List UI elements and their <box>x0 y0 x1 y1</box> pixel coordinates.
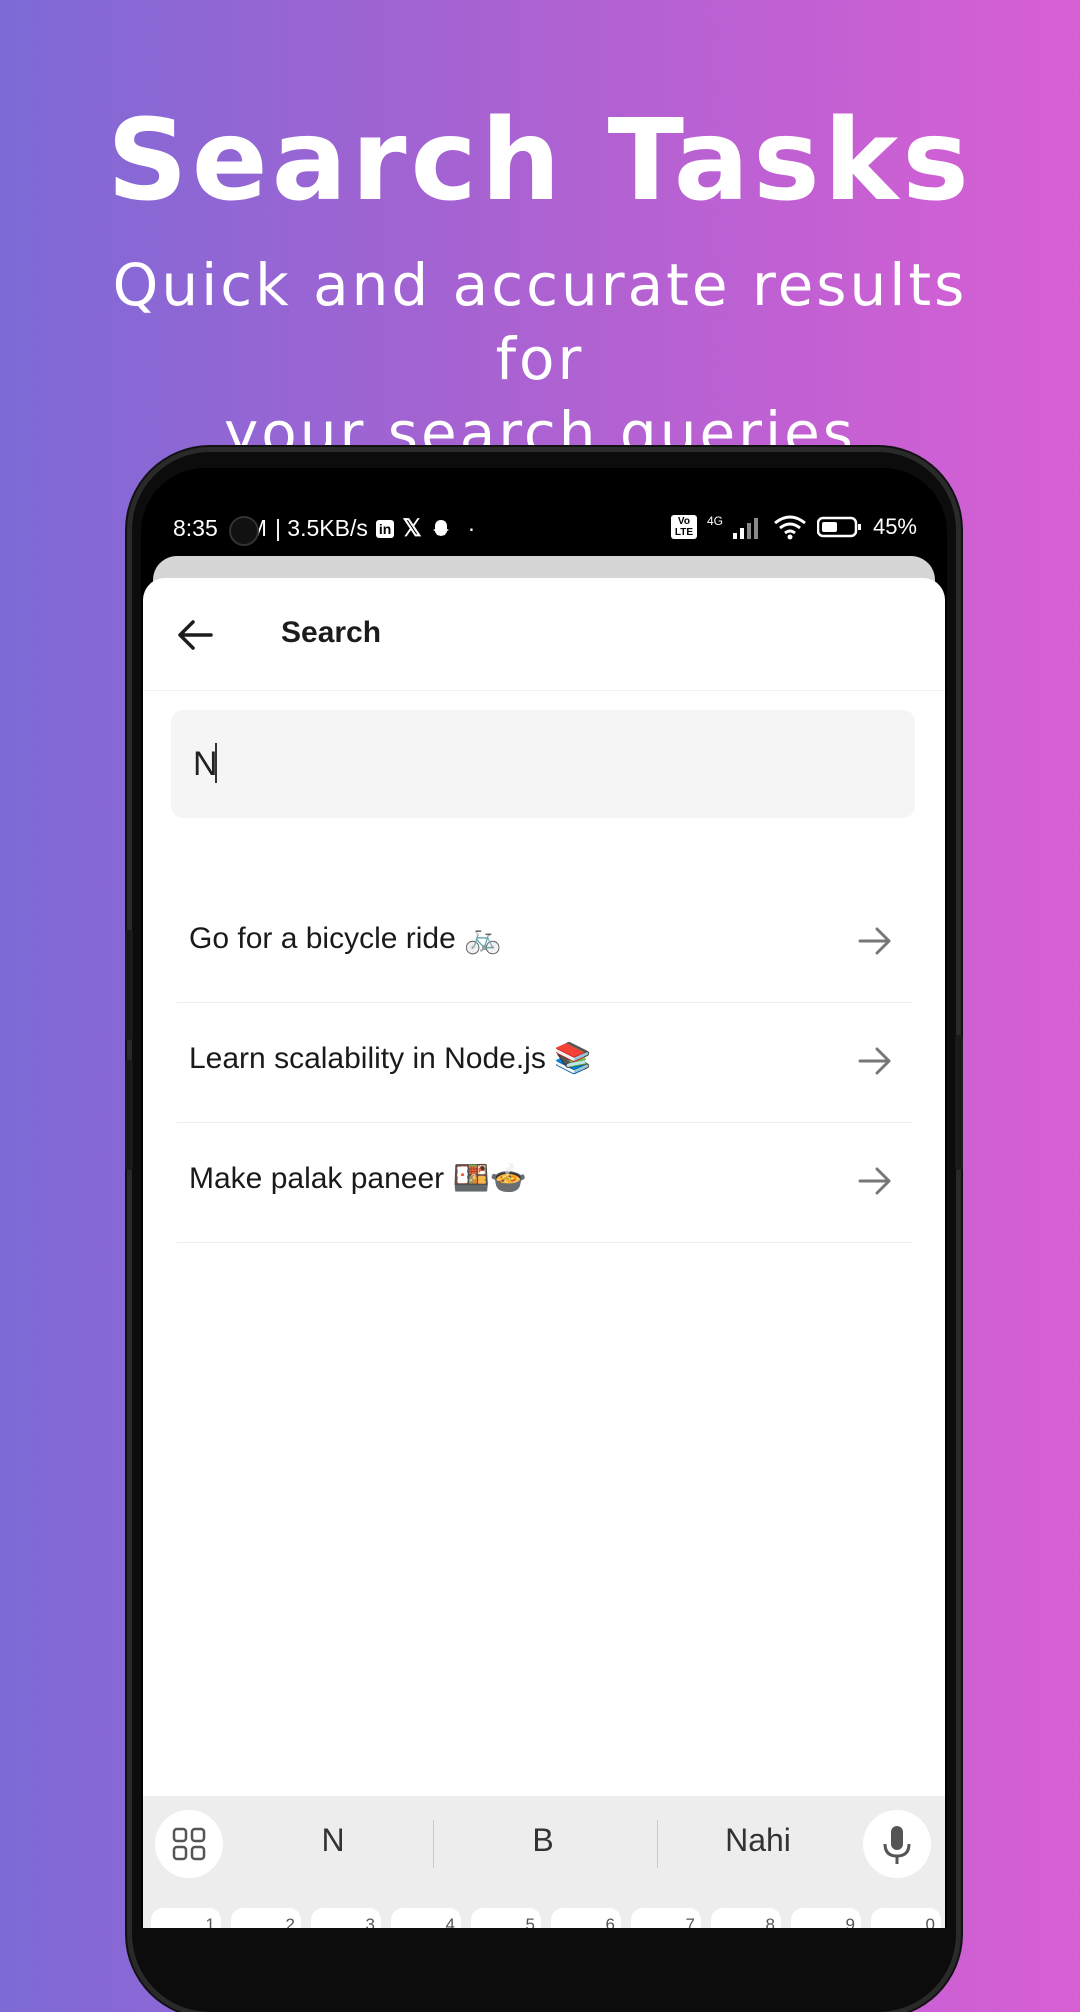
volume-down-button <box>125 1060 133 1170</box>
key-p[interactable]: p0 <box>871 1908 941 1928</box>
power-button <box>955 1035 963 1170</box>
key-i[interactable]: i8 <box>711 1908 781 1928</box>
key-r[interactable]: r4 <box>391 1908 461 1928</box>
result-item[interactable]: Learn scalability in Node.js 📚 <box>177 1003 913 1123</box>
suggestion-3[interactable]: Nahi <box>678 1822 838 1859</box>
key-o[interactable]: o9 <box>791 1908 861 1928</box>
key-w[interactable]: w2 <box>231 1908 301 1928</box>
signal-icon <box>732 518 758 539</box>
arrow-left-icon[interactable] <box>171 610 221 660</box>
arrow-right-icon[interactable] <box>855 1161 895 1201</box>
result-label: Go for a bicycle ride 🚲 <box>189 922 502 955</box>
result-item[interactable]: Make palak paneer 🍱🍲 <box>177 1123 913 1243</box>
status-left: 8:35 M | 3.5KB/s in 𝕏 · <box>173 514 475 543</box>
suggestion-row: N B Nahi <box>143 1796 945 1892</box>
result-item[interactable]: Go for a bicycle ride 🚲 <box>177 883 913 1003</box>
camera-hole <box>229 516 259 546</box>
page-title: Search <box>281 616 382 649</box>
status-right: Vo LTE 4G 45% <box>670 514 917 540</box>
hero-title: Search Tasks <box>107 96 973 226</box>
mic-button[interactable] <box>863 1810 931 1878</box>
app-bar: Search <box>143 578 945 691</box>
key-y[interactable]: y6 <box>551 1908 621 1928</box>
battery-level: 45% <box>872 514 917 539</box>
suggestion-divider <box>433 1820 434 1868</box>
grid-icon <box>172 1827 206 1861</box>
key-t[interactable]: t5 <box>471 1908 541 1928</box>
network-speed: | 3.5KB/s <box>274 515 368 541</box>
linkedin-icon: in <box>375 519 395 538</box>
suggestion-2[interactable]: B <box>463 1822 623 1859</box>
dot-icon: · <box>467 515 476 541</box>
x-icon: 𝕏 <box>402 515 422 542</box>
result-label: Make palak paneer 🍱🍲 <box>189 1162 528 1195</box>
mic-icon <box>883 1826 911 1864</box>
suggestion-1[interactable]: N <box>253 1822 413 1859</box>
result-label: Learn scalability in Node.js 📚 <box>189 1042 592 1075</box>
battery-icon <box>816 516 861 538</box>
text-cursor <box>215 743 217 783</box>
phone-screen: 8:35 M | 3.5KB/s in 𝕏 · Vo LTE 4G <box>141 468 947 1928</box>
volte-icon: Vo LTE <box>670 515 697 539</box>
status-time: 8:35 <box>173 515 218 541</box>
suggestion-divider <box>657 1820 658 1868</box>
snapchat-icon <box>432 519 449 536</box>
network-type: 4G <box>706 514 723 528</box>
volume-up-button <box>125 930 133 1040</box>
keyboard-apps-button[interactable] <box>155 1810 223 1878</box>
arrow-right-icon[interactable] <box>855 1041 895 1081</box>
status-bar: 8:35 M | 3.5KB/s in 𝕏 · Vo LTE 4G <box>141 508 947 552</box>
keyboard: N B Nahi q1 w2 e3 r4 t5 y6 u7 i <box>143 1796 945 1928</box>
hero-subtitle: Quick and accurate results for your sear… <box>60 248 1020 470</box>
wifi-icon <box>774 515 806 540</box>
key-e[interactable]: e3 <box>311 1908 381 1928</box>
key-q[interactable]: q1 <box>151 1908 221 1928</box>
search-screen: Search Go for a bicycle ride 🚲 Learn sca… <box>143 578 945 1928</box>
key-u[interactable]: u7 <box>631 1908 701 1928</box>
search-input[interactable] <box>171 710 915 818</box>
arrow-right-icon[interactable] <box>855 921 895 961</box>
hero-subtitle-line1: Quick and accurate results for <box>112 251 968 393</box>
